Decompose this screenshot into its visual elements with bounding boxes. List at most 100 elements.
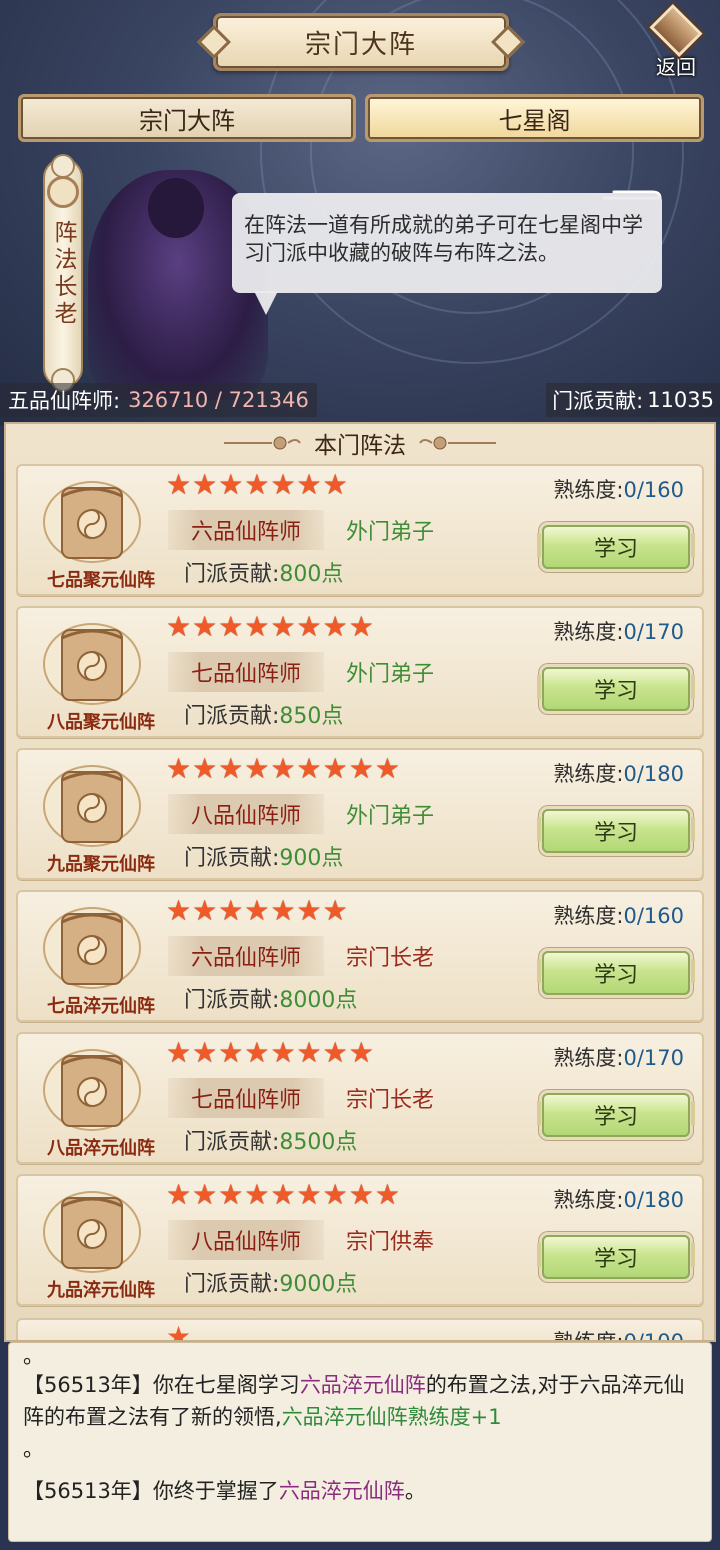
cost-label: 门派贡献:: [184, 1272, 280, 1297]
npc-name-scroll: 阵法长老: [43, 154, 83, 392]
required-position: 宗门供奉: [346, 1230, 435, 1255]
learn-button[interactable]: 学习: [537, 525, 695, 569]
proficiency: 熟练度:0/180: [553, 758, 684, 788]
star-icon: ★: [270, 1036, 296, 1069]
log-year: 【56513年】: [23, 1479, 153, 1503]
star-icon: ★: [166, 1178, 192, 1211]
cost-label: 门派贡献:: [184, 562, 280, 587]
learn-button[interactable]: 学习: [537, 1093, 695, 1137]
cost: 门派贡献:8000点: [184, 982, 357, 1014]
cost-label: 门派贡献:: [184, 988, 280, 1013]
star-icon: ★: [322, 1178, 348, 1211]
required-rank: 六品仙阵师: [168, 510, 324, 550]
formation-list-panel: 本门阵法 七品聚元仙阵 ★ ★ ★ ★ ★ ★ ★ 熟练度:0/160 六品仙阵师 外门弟子 门派贡献…: [4, 422, 716, 1342]
required-rank: 八品仙阵师: [168, 1220, 324, 1260]
formation-card: 九品聚元仙阵 ★ ★ ★ ★ ★ ★ ★ ★ ★ 熟练度:0/180 八品仙阵师 外门弟子 门派贡献:90…: [16, 748, 704, 880]
star-icon: ★: [244, 752, 270, 785]
formation-name: 八品聚元仙阵: [47, 712, 155, 733]
formation-name: 七品聚元仙阵: [47, 570, 155, 591]
formation-card-partial: ★ 熟练度:0/100: [16, 1318, 704, 1342]
star-icon: ★: [322, 468, 348, 501]
star-rating: ★ ★ ★ ★ ★ ★ ★ ★: [166, 610, 375, 644]
star-icon: ★: [270, 1178, 296, 1211]
star-icon: ★: [166, 468, 192, 501]
message-log: 。 【56513年】你在七星阁学习六品淬元仙阵的布置之法,对于六品淬元仙阵的布置…: [8, 1342, 712, 1542]
proficiency-label: 熟练度:: [553, 478, 624, 502]
cost-value: 900点: [279, 846, 344, 871]
star-icon: ★: [348, 1178, 374, 1211]
formation-card: 九品淬元仙阵 ★ ★ ★ ★ ★ ★ ★ ★ ★ 熟练度:0/180 八品仙阵师 宗门供奉 门派贡献:90…: [16, 1174, 704, 1306]
star-icon: ★: [270, 894, 296, 927]
formation-card: 八品聚元仙阵 ★ ★ ★ ★ ★ ★ ★ ★ 熟练度:0/170 七品仙阵师 外门弟子 门派贡献:850…: [16, 606, 704, 738]
scroll-icon: [43, 907, 141, 989]
star-icon: ★: [296, 610, 322, 643]
log-year: 【56513年】: [23, 1373, 153, 1397]
log-text: 你在七星阁学习: [152, 1373, 300, 1397]
star-icon: ★: [244, 610, 270, 643]
scroll-icon: [43, 1191, 141, 1273]
star-icon: ★: [374, 1178, 400, 1211]
learn-button[interactable]: 学习: [537, 809, 695, 853]
back-label: 返回: [656, 55, 696, 79]
log-fragment: 。: [23, 1344, 44, 1368]
log-highlight: 六品淬元仙阵: [278, 1479, 405, 1503]
star-icon: ★: [192, 752, 218, 785]
formation-card: 七品淬元仙阵 ★ ★ ★ ★ ★ ★ ★ 熟练度:0/160 六品仙阵师 宗门长老 门派贡献:8000…: [16, 890, 704, 1022]
cost: 门派贡献:800点: [184, 556, 343, 588]
cost-value: 8000点: [279, 988, 358, 1013]
rank-progress: 五品仙阵师: 326710 / 721346: [0, 383, 317, 417]
cost: 门派贡献:9000点: [184, 1266, 357, 1298]
star-icon: ★: [244, 894, 270, 927]
star-icon: ★: [322, 610, 348, 643]
page-title: 宗门大阵: [213, 13, 509, 71]
log-entry: 【56513年】你终于掌握了六品淬元仙阵。: [23, 1475, 697, 1507]
tab-sect-formation[interactable]: 宗门大阵: [18, 94, 356, 142]
star-icon: ★: [348, 752, 374, 785]
proficiency-value: 0/160: [623, 478, 684, 502]
cost-label: 门派贡献:: [184, 1130, 280, 1155]
back-button[interactable]: 返回: [640, 3, 712, 80]
star-icon: ★: [296, 1178, 322, 1211]
cost: 门派贡献:8500点: [184, 1124, 357, 1156]
star-icon: ★: [166, 1320, 192, 1342]
star-icon: ★: [348, 610, 374, 643]
panel-title: 本门阵法: [314, 433, 406, 459]
proficiency-label: 熟练度:: [553, 620, 624, 644]
required-rank: 八品仙阵师: [168, 794, 324, 834]
proficiency-value: 0/170: [623, 620, 684, 644]
star-icon: ★: [244, 468, 270, 501]
star-icon: ★: [218, 752, 244, 785]
npc-speech-bubble: 在阵法一道有所成就的弟子可在七星阁中学习门派中收藏的破阵与布阵之法。: [232, 193, 662, 315]
swirl-icon: [47, 176, 79, 208]
star-icon: ★: [270, 610, 296, 643]
npc-speech-text: 在阵法一道有所成就的弟子可在七星阁中学习门派中收藏的破阵与布阵之法。: [244, 213, 643, 265]
star-icon: ★: [374, 752, 400, 785]
star-icon: ★: [296, 468, 322, 501]
proficiency: 熟练度:0/170: [553, 1042, 684, 1072]
proficiency: 熟练度:0/160: [553, 900, 684, 930]
star-rating: ★ ★ ★ ★ ★ ★ ★ ★: [166, 1036, 375, 1070]
learn-button[interactable]: 学习: [537, 951, 695, 995]
star-icon: ★: [322, 1036, 348, 1069]
star-icon: ★: [348, 1036, 374, 1069]
learn-button[interactable]: 学习: [537, 1235, 695, 1279]
contribution-label: 门派贡献:: [552, 389, 644, 413]
learn-button[interactable]: 学习: [537, 667, 695, 711]
star-icon: ★: [218, 1178, 244, 1211]
log-entry: 【56513年】你在七星阁学习六品淬元仙阵的布置之法,对于六品淬元仙阵的布置之法…: [23, 1369, 697, 1465]
star-icon: ★: [218, 468, 244, 501]
tab-seven-star-pavilion[interactable]: 七星阁: [365, 94, 704, 142]
star-icon: ★: [296, 894, 322, 927]
formation-name: 九品聚元仙阵: [47, 854, 155, 875]
cost-label: 门派贡献:: [184, 846, 280, 871]
cost-value: 8500点: [279, 1130, 358, 1155]
star-rating: ★ ★ ★ ★ ★ ★ ★: [166, 894, 349, 928]
proficiency: 熟练度:0/180: [553, 1184, 684, 1214]
star-rating: ★ ★ ★ ★ ★ ★ ★: [166, 468, 349, 502]
star-icon: ★: [166, 894, 192, 927]
rank-label: 五品仙阵师:: [8, 389, 121, 413]
proficiency-label: 熟练度:: [553, 762, 624, 786]
required-position: 宗门长老: [346, 946, 435, 971]
star-icon: ★: [218, 894, 244, 927]
star-icon: ★: [166, 610, 192, 643]
